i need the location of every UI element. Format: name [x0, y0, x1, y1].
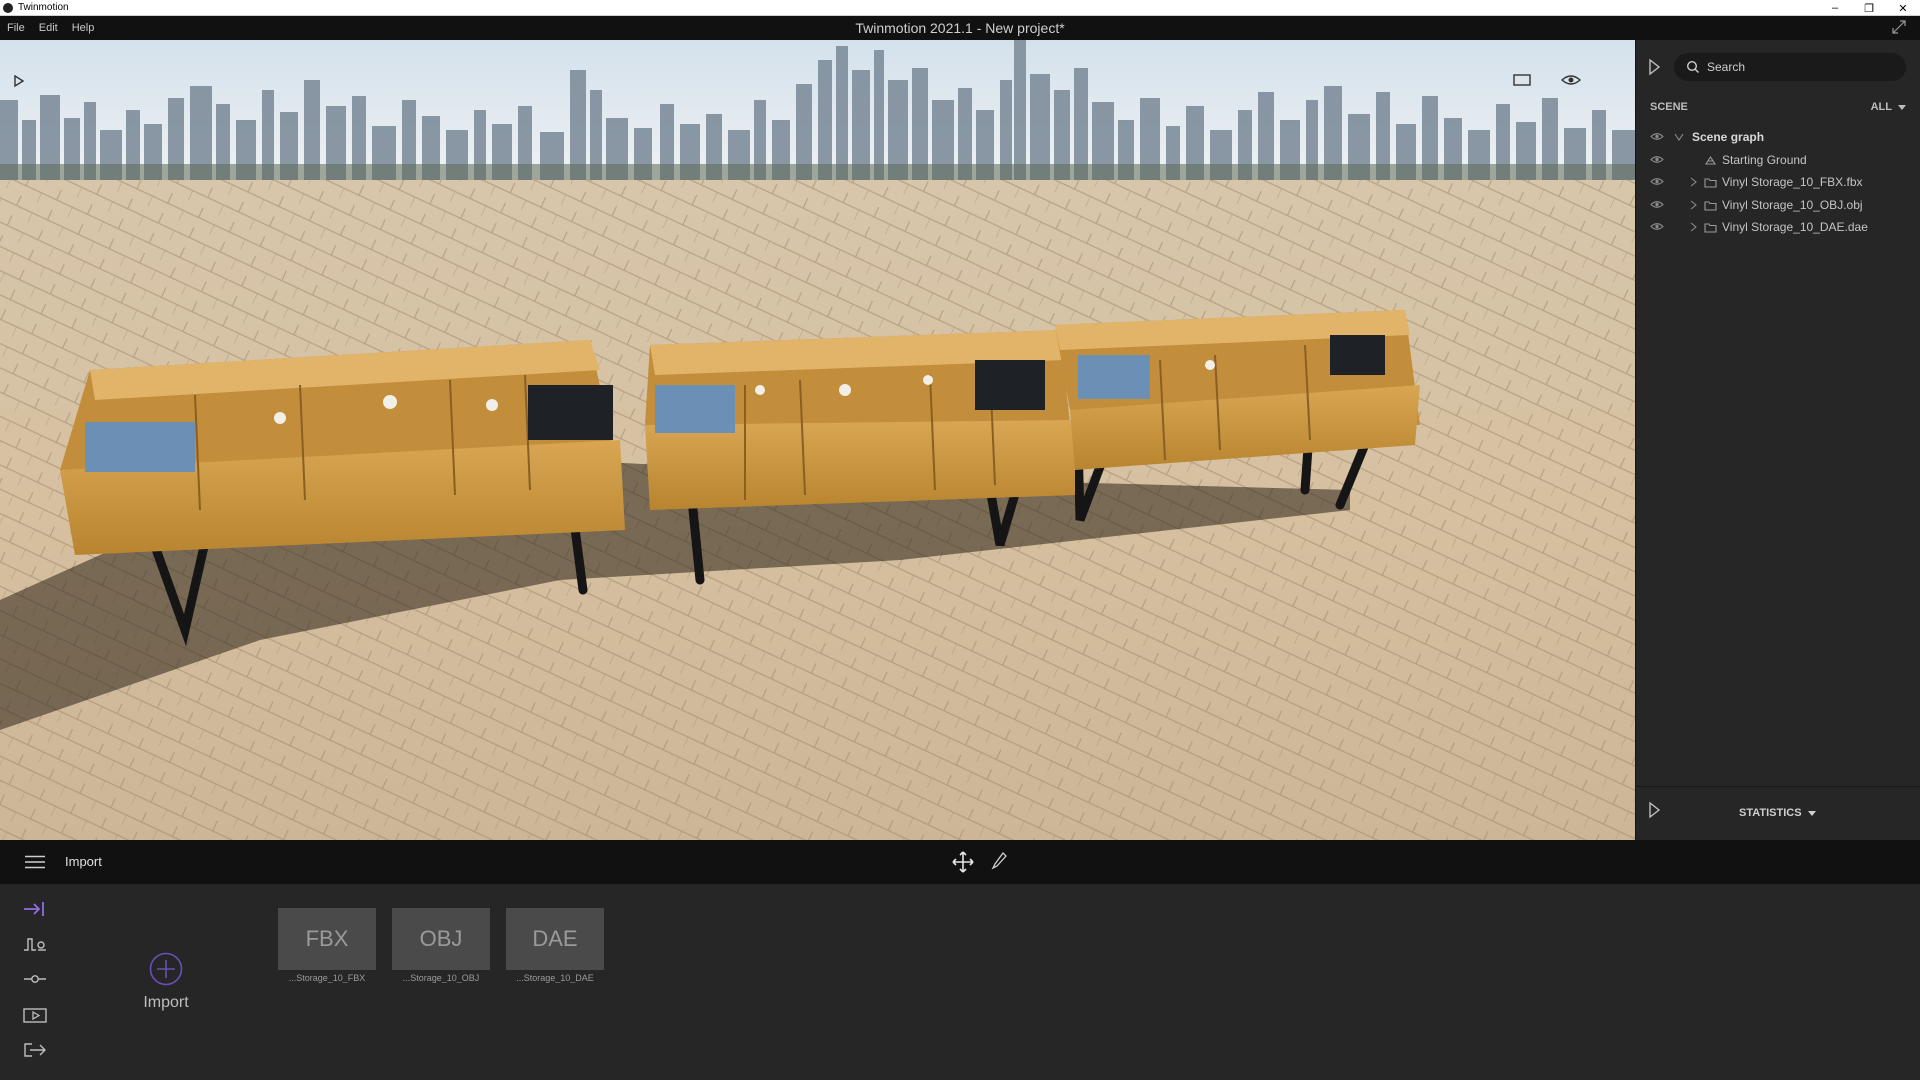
imported-file-obj[interactable]: OBJ ...Storage_10_OBJ: [392, 908, 490, 984]
eye-icon[interactable]: [1650, 221, 1664, 232]
import-button-label: Import: [143, 994, 189, 1011]
close-button[interactable]: ✕: [1886, 0, 1920, 16]
folder-icon: [1704, 223, 1717, 233]
scene-graph-tree: Scene graph Starting Ground Vinyl Storag…: [1636, 126, 1920, 239]
file-type-badge: DAE: [506, 908, 604, 970]
imported-file-dae[interactable]: DAE ...Storage_10_DAE: [506, 908, 604, 984]
tree-row-vinyl-fbx[interactable]: Vinyl Storage_10_FBX.fbx: [1636, 171, 1920, 194]
file-caption: ...Storage_10_OBJ: [402, 973, 480, 983]
scene-header: SCENE ALL: [1650, 97, 1910, 117]
maximize-button[interactable]: ❐: [1852, 0, 1886, 16]
imported-file-fbx[interactable]: FBX ...Storage_10_FBX: [278, 908, 376, 984]
ground-object-icon: [1704, 155, 1717, 165]
chevron-right-icon[interactable]: [1688, 177, 1698, 187]
3d-viewport[interactable]: [0, 40, 1635, 840]
panel-collapse-icon[interactable]: [1646, 58, 1662, 76]
chevron-down-icon: [1898, 104, 1906, 110]
menu-bar: File Edit Help Twinmotion 2021.1 - New p…: [0, 16, 1920, 40]
panel-title: Import: [65, 854, 102, 869]
tree-label-vinyl-dae: Vinyl Storage_10_DAE.dae: [1722, 220, 1868, 235]
scene-panel: SCENE ALL Scene graph Starting Ground: [1635, 40, 1920, 840]
search-icon: [1686, 60, 1699, 73]
tree-row-starting-ground[interactable]: Starting Ground: [1636, 149, 1920, 172]
twinmotion-logo-icon: [3, 2, 13, 13]
document-title: Twinmotion 2021.1 - New project*: [855, 20, 1065, 36]
chevron-right-icon[interactable]: [1688, 222, 1698, 232]
export-tool-icon[interactable]: [22, 1041, 48, 1059]
eye-icon[interactable]: [1650, 131, 1664, 142]
statistics-bar: STATISTICS: [1636, 786, 1920, 840]
eyedropper-icon[interactable]: [990, 851, 1008, 871]
file-caption: ...Storage_10_FBX: [288, 973, 366, 983]
fullscreen-expand-icon[interactable]: [1892, 20, 1906, 34]
import-panel: Import FBX ...Storage_10_FBX OBJ ...Stor…: [0, 884, 1920, 1080]
add-circle-icon: [149, 952, 183, 986]
statistics-toggle-icon[interactable]: [1646, 801, 1662, 819]
tree-row-scene-graph[interactable]: Scene graph: [1636, 126, 1920, 149]
folder-icon: [1704, 178, 1717, 188]
tree-label-vinyl-fbx: Vinyl Storage_10_FBX.fbx: [1722, 175, 1863, 190]
menu-help[interactable]: Help: [65, 22, 102, 34]
context-tool-icon[interactable]: [22, 935, 48, 953]
search-input[interactable]: [1707, 60, 1897, 74]
tree-row-vinyl-dae[interactable]: Vinyl Storage_10_DAE.dae: [1636, 216, 1920, 239]
import-tool-icon[interactable]: [22, 900, 48, 918]
file-caption: ...Storage_10_DAE: [516, 973, 594, 983]
hamburger-menu-icon[interactable]: [25, 855, 45, 869]
viewport-expand-icon[interactable]: [12, 74, 26, 88]
scene-filter-dropdown[interactable]: ALL: [1871, 101, 1910, 113]
statistics-dropdown[interactable]: STATISTICS: [1739, 807, 1816, 819]
statistics-label: STATISTICS: [1739, 807, 1802, 819]
tree-row-vinyl-obj[interactable]: Vinyl Storage_10_OBJ.obj: [1636, 194, 1920, 217]
main-menu: File Edit Help: [0, 16, 101, 40]
scene-filter-label: ALL: [1870, 101, 1892, 113]
chevron-down-icon: [1807, 810, 1816, 816]
tree-label-vinyl-obj: Vinyl Storage_10_OBJ.obj: [1722, 197, 1863, 212]
eye-icon[interactable]: [1650, 154, 1664, 165]
tree-label-starting-ground: Starting Ground: [1722, 152, 1807, 167]
eye-icon[interactable]: [1650, 199, 1664, 210]
eye-icon[interactable]: [1650, 176, 1664, 187]
import-button[interactable]: Import: [128, 952, 204, 1022]
folder-icon: [1704, 200, 1717, 211]
os-window-controls: – ❐ ✕: [1818, 0, 1920, 16]
side-tool-strip: [0, 884, 70, 1080]
menu-file[interactable]: File: [0, 22, 32, 34]
scene-section-label: SCENE: [1650, 101, 1688, 113]
bottom-toolbar: Import: [0, 840, 1920, 884]
settings-slider-icon[interactable]: [22, 970, 48, 988]
scene-render: [0, 40, 1635, 840]
media-tool-icon[interactable]: [22, 1006, 48, 1024]
chevron-expanded-icon[interactable]: [1674, 132, 1684, 142]
menu-edit[interactable]: Edit: [32, 22, 65, 34]
move-tool-icon[interactable]: [951, 850, 975, 874]
search-box: [1674, 53, 1906, 81]
os-titlebar: Twinmotion – ❐ ✕: [0, 0, 1920, 16]
chevron-right-icon[interactable]: [1688, 200, 1698, 210]
tree-label-scene-graph: Scene graph: [1692, 130, 1765, 145]
twinmotion-app: Twinmotion – ❐ ✕ File Edit Help Twinmoti…: [0, 0, 1920, 1080]
viewport-frame-icon[interactable]: [1512, 72, 1532, 88]
os-window-title: Twinmotion: [18, 2, 69, 13]
minimize-button[interactable]: –: [1818, 0, 1852, 16]
file-type-badge: OBJ: [392, 908, 490, 970]
file-type-badge: FBX: [278, 908, 376, 970]
viewport-visibility-eye-icon[interactable]: [1560, 72, 1582, 88]
